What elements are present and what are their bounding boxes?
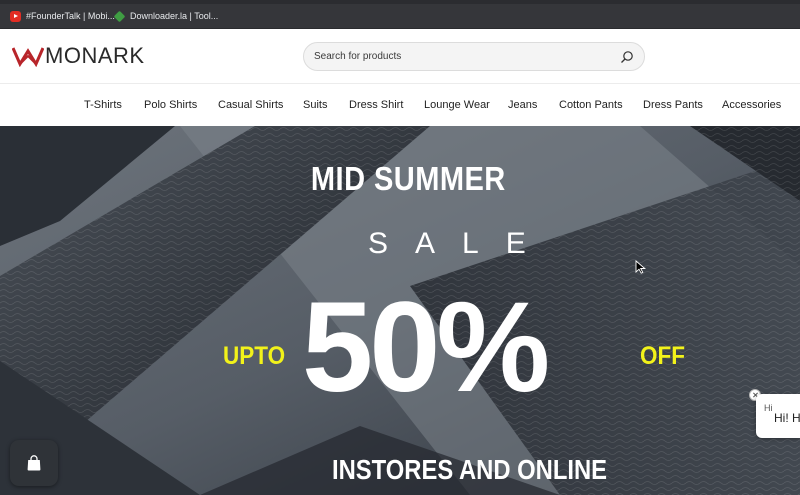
hero-banner[interactable]: MID SUMMER SALE UPTO 50% OFF INSTORES AN… (0, 126, 800, 495)
hero-sale-text: SALE (368, 227, 553, 260)
mouse-cursor-icon (635, 260, 647, 274)
site-header: MONARK (0, 29, 800, 84)
chat-greeting-bubble[interactable]: Hi Hi! H (756, 394, 800, 438)
hero-discount: 50% (302, 276, 550, 419)
nav-item-jeans[interactable]: Jeans (508, 99, 537, 111)
hero-upto-text: UPTO (223, 342, 286, 370)
crown-icon (12, 47, 44, 67)
youtube-icon (10, 10, 21, 22)
nav-item-suits[interactable]: Suits (303, 99, 327, 111)
bookmark-downloader[interactable]: Downloader.la | Tool... (113, 9, 219, 23)
bookmark-label: Downloader.la | Tool... (130, 11, 219, 21)
shopping-bag-button[interactable] (10, 440, 58, 486)
downloader-icon (113, 10, 126, 22)
nav-item-t-shirts[interactable]: T-Shirts (84, 99, 122, 111)
search-bar (303, 42, 645, 71)
search-icon[interactable] (620, 50, 634, 64)
hero-tagline: INSTORES AND ONLINE (332, 454, 608, 485)
brand-name: MONARK (45, 43, 145, 68)
nav-item-lounge-wear[interactable]: Lounge Wear (424, 99, 490, 111)
shopping-bag-icon (27, 455, 41, 471)
chat-greeting-text: Hi! H (774, 411, 800, 425)
hero-off-text: OFF (640, 342, 685, 370)
search-input[interactable] (314, 43, 604, 70)
brand-logo[interactable]: MONARK (12, 42, 145, 70)
tab-strip-edge (0, 0, 800, 4)
nav-item-polo-shirts[interactable]: Polo Shirts (144, 99, 197, 111)
hero-headline: MID SUMMER (310, 160, 506, 197)
bookmarks-bar: #FounderTalk | Mobi... Downloader.la | T… (0, 0, 800, 29)
chat-greeting-ghost: Hi (764, 403, 773, 413)
bookmark-label: #FounderTalk | Mobi... (26, 11, 115, 21)
nav-item-dress-pants[interactable]: Dress Pants (643, 99, 703, 111)
nav-item-dress-shirt[interactable]: Dress Shirt (349, 99, 403, 111)
nav-item-casual-shirts[interactable]: Casual Shirts (218, 99, 283, 111)
category-nav: T-Shirts Polo Shirts Casual Shirts Suits… (0, 84, 800, 126)
nav-item-cotton-pants[interactable]: Cotton Pants (559, 99, 623, 111)
bookmark-foundertalk[interactable]: #FounderTalk | Mobi... (10, 9, 115, 23)
nav-item-accessories[interactable]: Accessories (722, 99, 781, 111)
